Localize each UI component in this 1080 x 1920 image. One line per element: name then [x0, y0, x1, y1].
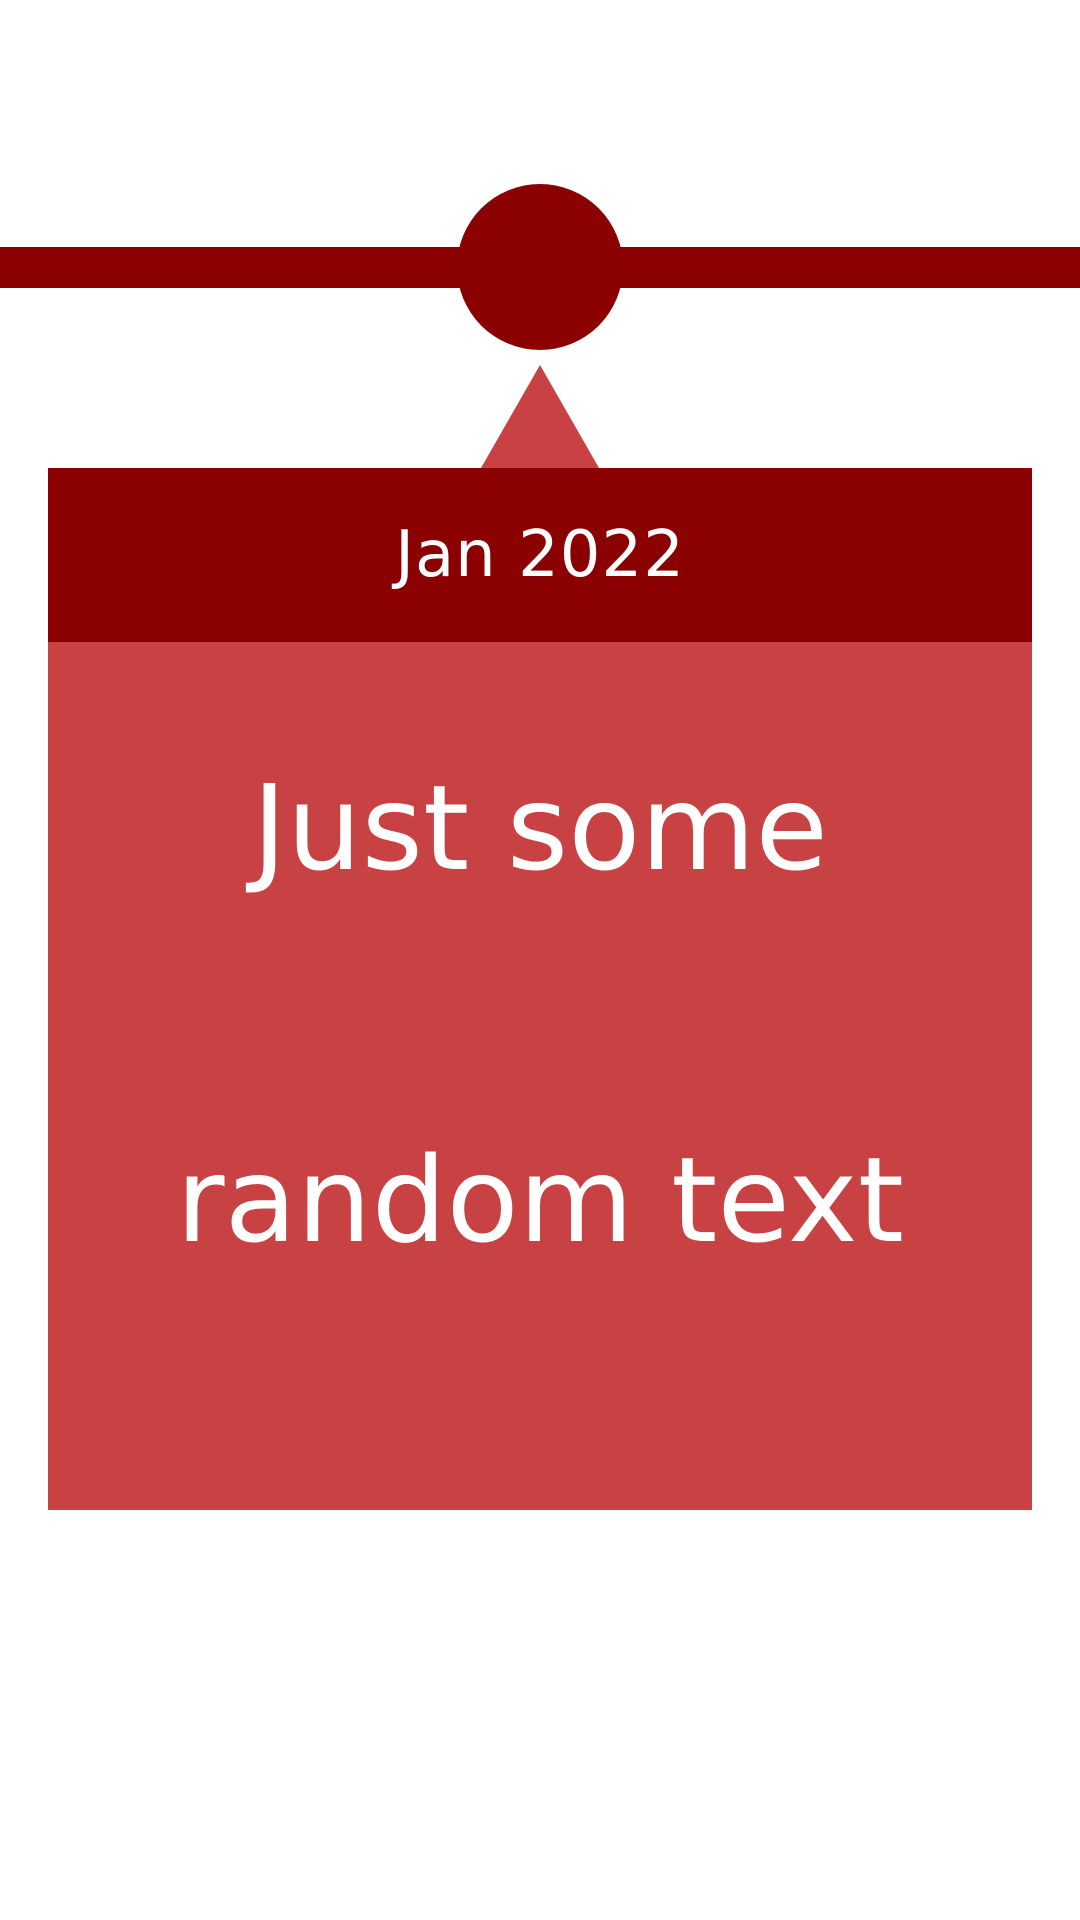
event-description: Just some random text	[175, 759, 905, 1269]
card-pointer-triangle	[481, 365, 599, 468]
timeline-event-card: Jan 2022 Just some random text	[48, 468, 1032, 1510]
timeline-marker-dot	[457, 184, 623, 350]
event-date-header: Jan 2022	[48, 468, 1032, 642]
timeline-page: Jan 2022 Just some random text	[0, 0, 1080, 1920]
event-body: Just some random text	[48, 642, 1032, 1510]
event-date: Jan 2022	[395, 518, 685, 592]
